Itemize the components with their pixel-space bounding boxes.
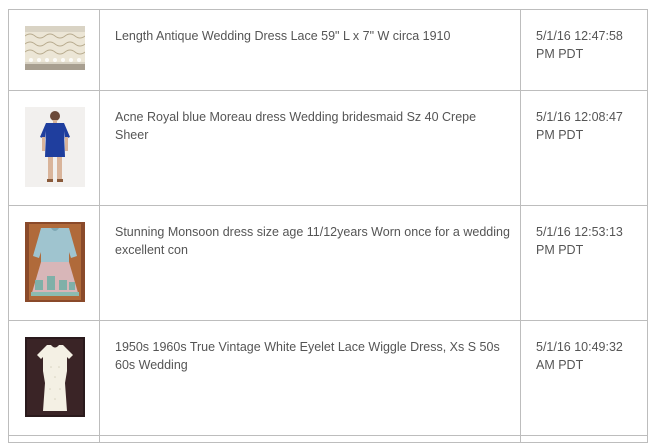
date-time: 5/1/16 12:53:13 [536,225,623,239]
date-time: 5/1/16 10:49:32 [536,340,623,354]
lace-thumbnail[interactable] [25,26,85,70]
listing-title[interactable]: Acne Royal blue Moreau dress Wedding bri… [100,91,520,144]
date-zone: PM PDT [536,243,584,257]
table-row: Acne Royal blue Moreau dress Wedding bri… [8,90,648,206]
title-cell [99,435,521,443]
thumbnail-cell [8,435,100,443]
table-row: 1950s 1960s True Vintage White Eyelet La… [8,320,648,436]
blue-dress-thumbnail[interactable] [25,107,85,187]
thumbnail-cell [8,90,100,206]
date-time: 5/1/16 12:47:58 [536,29,623,43]
date-cell: 5/1/16 10:49:32 AM PDT [520,320,648,436]
date-zone: PM PDT [536,128,584,142]
title-cell: 1950s 1960s True Vintage White Eyelet La… [99,320,521,436]
listings-table: Length Antique Wedding Dress Lace 59" L … [8,9,648,443]
white-dress-thumbnail[interactable] [25,337,85,417]
title-cell: Stunning Monsoon dress size age 11/12yea… [99,205,521,321]
date-cell: 5/1/16 12:08:47 PM PDT [520,90,648,206]
table-row-partial [8,435,648,443]
date-cell: 5/1/16 12:47:58 PM PDT [520,9,648,91]
date-zone: AM PDT [536,358,584,372]
date-cell: 5/1/16 12:53:13 PM PDT [520,205,648,321]
title-cell: Acne Royal blue Moreau dress Wedding bri… [99,90,521,206]
thumbnail-cell [8,205,100,321]
date-zone: PM PDT [536,47,584,61]
date-cell [520,435,648,443]
listing-title[interactable]: 1950s 1960s True Vintage White Eyelet La… [100,321,520,374]
monsoon-dress-thumbnail[interactable] [25,222,85,302]
thumbnail-cell [8,320,100,436]
listing-date: 5/1/16 12:08:47 PM PDT [521,91,647,144]
title-cell: Length Antique Wedding Dress Lace 59" L … [99,9,521,91]
table-row: Length Antique Wedding Dress Lace 59" L … [8,9,648,91]
thumbnail-cell [8,9,100,91]
listing-title[interactable]: Length Antique Wedding Dress Lace 59" L … [100,10,520,45]
listing-date: 5/1/16 12:47:58 PM PDT [521,10,647,63]
table-row: Stunning Monsoon dress size age 11/12yea… [8,205,648,321]
listing-date: 5/1/16 12:53:13 PM PDT [521,206,647,259]
listing-title[interactable]: Stunning Monsoon dress size age 11/12yea… [100,206,520,259]
listing-date: 5/1/16 10:49:32 AM PDT [521,321,647,374]
date-time: 5/1/16 12:08:47 [536,110,623,124]
